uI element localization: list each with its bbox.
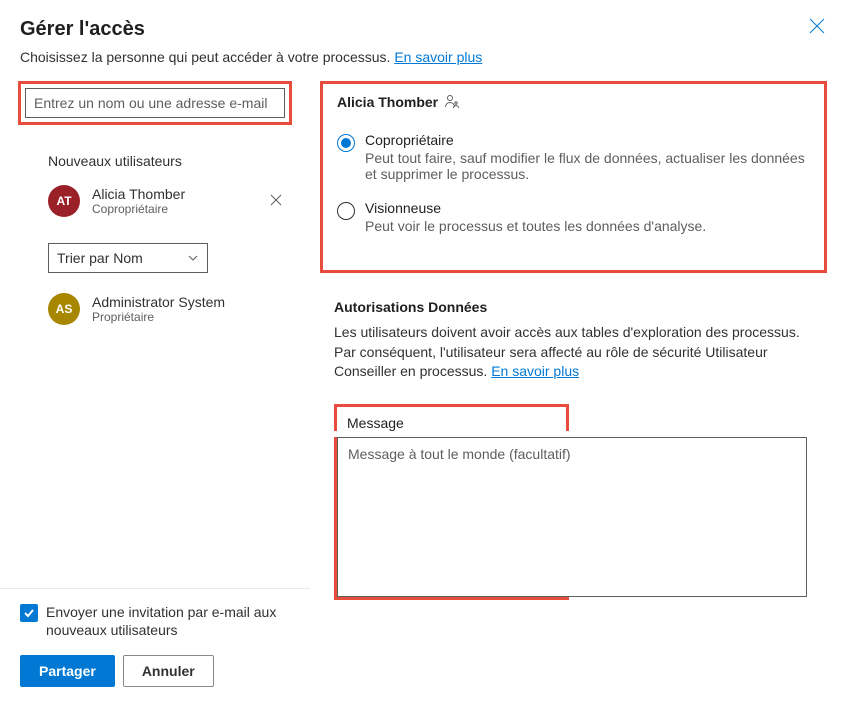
send-invite-label: Envoyer une invitation par e-mail aux no… bbox=[46, 603, 290, 639]
cancel-button[interactable]: Annuler bbox=[123, 655, 214, 687]
avatar: AT bbox=[48, 185, 80, 217]
user-name: Administrator System bbox=[92, 294, 292, 310]
person-icon bbox=[444, 94, 460, 110]
sort-label: Trier par Nom bbox=[57, 250, 143, 266]
user-role: Copropriétaire bbox=[92, 202, 254, 216]
remove-user-icon[interactable] bbox=[266, 189, 292, 213]
dialog-subtext: Choisissez la personne qui peut accéder … bbox=[0, 49, 845, 81]
sort-select[interactable]: Trier par Nom bbox=[48, 243, 208, 273]
send-invite-checkbox[interactable] bbox=[20, 604, 38, 622]
perms-learn-more-link[interactable]: En savoir plus bbox=[491, 363, 579, 379]
new-users-label: Nouveaux utilisateurs bbox=[48, 153, 292, 169]
message-highlight: Message bbox=[334, 404, 569, 431]
role-label: Visionneuse bbox=[365, 200, 706, 216]
role-label: Copropriétaire bbox=[365, 132, 810, 148]
radio-coowner[interactable] bbox=[337, 134, 355, 152]
role-panel-highlight: Alicia Thomber Copropriétaire Peut tout … bbox=[320, 81, 827, 273]
user-name: Alicia Thomber bbox=[92, 186, 254, 202]
search-highlight bbox=[18, 81, 292, 125]
user-row-new[interactable]: AT Alicia Thomber Copropriétaire bbox=[18, 179, 292, 223]
radio-viewer[interactable] bbox=[337, 202, 355, 220]
selected-user-name: Alicia Thomber bbox=[337, 94, 438, 110]
message-label: Message bbox=[347, 415, 556, 431]
avatar: AS bbox=[48, 293, 80, 325]
data-perms-text: Les utilisateurs doivent avoir accès aux… bbox=[334, 323, 813, 382]
dialog-title: Gérer l'accès bbox=[20, 18, 145, 41]
role-desc: Peut tout faire, sauf modifier le flux d… bbox=[365, 150, 810, 182]
user-row-existing[interactable]: AS Administrator System Propriétaire bbox=[18, 287, 292, 331]
role-option-coowner[interactable]: Copropriétaire Peut tout faire, sauf mod… bbox=[337, 132, 810, 182]
learn-more-link[interactable]: En savoir plus bbox=[394, 49, 482, 65]
data-perms-heading: Autorisations Données bbox=[334, 299, 827, 315]
message-textarea[interactable] bbox=[337, 437, 807, 597]
user-role: Propriétaire bbox=[92, 310, 292, 324]
role-desc: Peut voir le processus et toutes les don… bbox=[365, 218, 706, 234]
close-icon[interactable] bbox=[809, 18, 825, 34]
chevron-down-icon bbox=[187, 252, 199, 264]
share-button[interactable]: Partager bbox=[20, 655, 115, 687]
search-input[interactable] bbox=[25, 88, 285, 118]
check-icon bbox=[23, 607, 35, 619]
role-option-viewer[interactable]: Visionneuse Peut voir le processus et to… bbox=[337, 200, 810, 234]
